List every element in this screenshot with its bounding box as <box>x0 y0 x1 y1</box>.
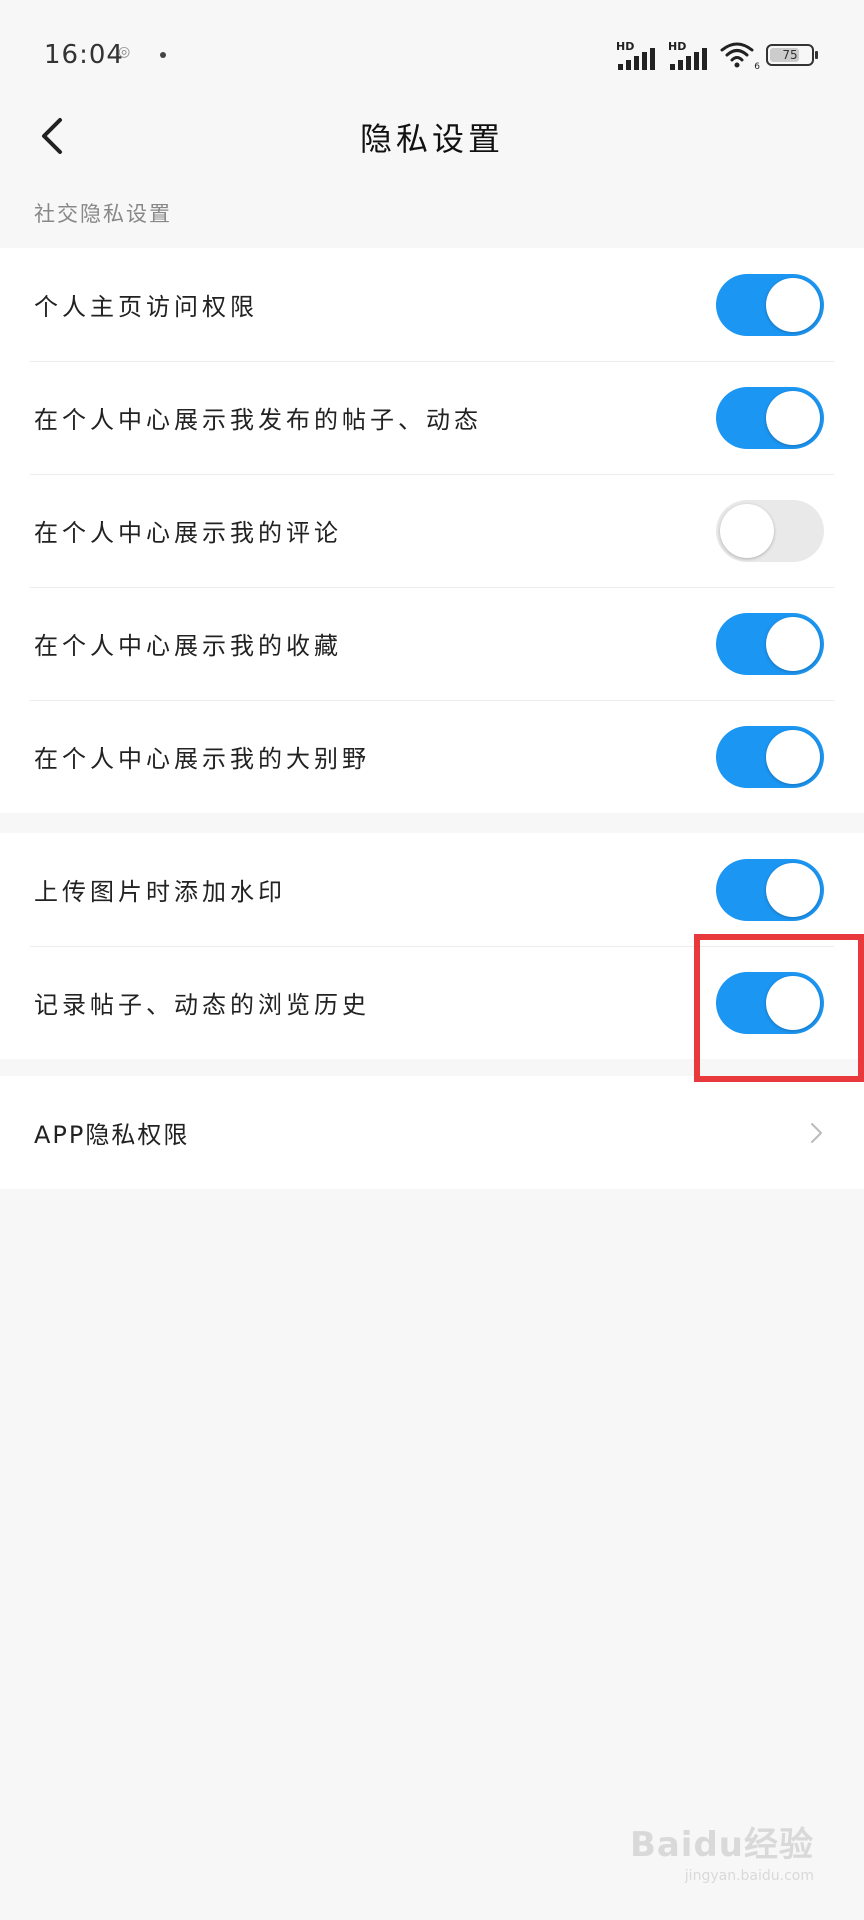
setting-label: 在个人中心展示我的大别野 <box>34 745 370 773</box>
app-privacy-permissions-row[interactable]: APP隐私权限 <box>0 1076 864 1189</box>
setting-label: 个人主页访问权限 <box>34 293 258 321</box>
signal-hd-label: HD <box>616 40 635 53</box>
setting-label: 上传图片时添加水印 <box>34 878 286 906</box>
status-icons: HD HD 6 75 <box>616 40 818 72</box>
page-title: 隐私设置 <box>359 120 504 158</box>
setting-row: 在个人中心展示我的大别野 <box>0 700 864 813</box>
toggle-switch[interactable] <box>716 858 824 921</box>
notification-dot-icon <box>160 52 166 58</box>
battery-icon: 75 <box>766 44 818 66</box>
toggle-knob <box>766 862 820 917</box>
setting-label: 在个人中心展示我的收藏 <box>34 632 342 660</box>
setting-label: APP隐私权限 <box>34 1121 190 1149</box>
settings-group-app: APP隐私权限 <box>0 1076 864 1189</box>
watermark: Baidu经验 jingyan.baidu.com <box>630 1817 814 1884</box>
section-label: 社交隐私设置 <box>34 202 172 226</box>
highlight-box <box>694 934 864 1082</box>
status-time: 16:04 <box>44 40 124 70</box>
toggle-switch[interactable] <box>716 725 824 788</box>
setting-row: 在个人中心展示我的评论 <box>0 474 864 587</box>
setting-label: 记录帖子、动态的浏览历史 <box>34 991 370 1019</box>
setting-row: 在个人中心展示我的收藏 <box>0 587 864 700</box>
watermark-main: Baidu经验 <box>629 1825 814 1865</box>
signal-icon: HD <box>616 40 658 70</box>
toggle-switch[interactable] <box>716 273 824 336</box>
wifi-icon: 6 <box>720 40 760 72</box>
setting-row: 个人主页访问权限 <box>0 248 864 361</box>
toggle-knob <box>766 729 820 784</box>
watermark-sub: jingyan.baidu.com <box>684 1868 814 1884</box>
setting-row: 上传图片时添加水印 <box>0 833 864 946</box>
status-bar: 16:04 ◎ HD HD 6 75 <box>0 0 864 110</box>
chevron-right-icon <box>811 1122 822 1143</box>
setting-label: 在个人中心展示我发布的帖子、动态 <box>34 406 482 434</box>
toggle-knob <box>766 390 820 445</box>
battery-percent: 75 <box>782 48 798 62</box>
toggle-knob <box>766 616 820 671</box>
toggle-knob <box>720 503 774 558</box>
settings-group-social: 个人主页访问权限 在个人中心展示我发布的帖子、动态 在个人中心展示我的评论 在个… <box>0 248 864 813</box>
toggle-switch[interactable] <box>716 386 824 449</box>
setting-row: 在个人中心展示我发布的帖子、动态 <box>0 361 864 474</box>
toggle-switch[interactable] <box>716 499 824 562</box>
toggle-switch[interactable] <box>716 612 824 675</box>
header: 隐私设置 <box>0 100 864 172</box>
signal-hd-label: HD <box>668 40 687 53</box>
toggle-knob <box>766 277 820 332</box>
eye-icon: ◎ <box>118 44 131 60</box>
wifi-label: 6 <box>754 62 760 72</box>
setting-label: 在个人中心展示我的评论 <box>34 519 342 547</box>
signal-icon: HD <box>668 40 710 70</box>
